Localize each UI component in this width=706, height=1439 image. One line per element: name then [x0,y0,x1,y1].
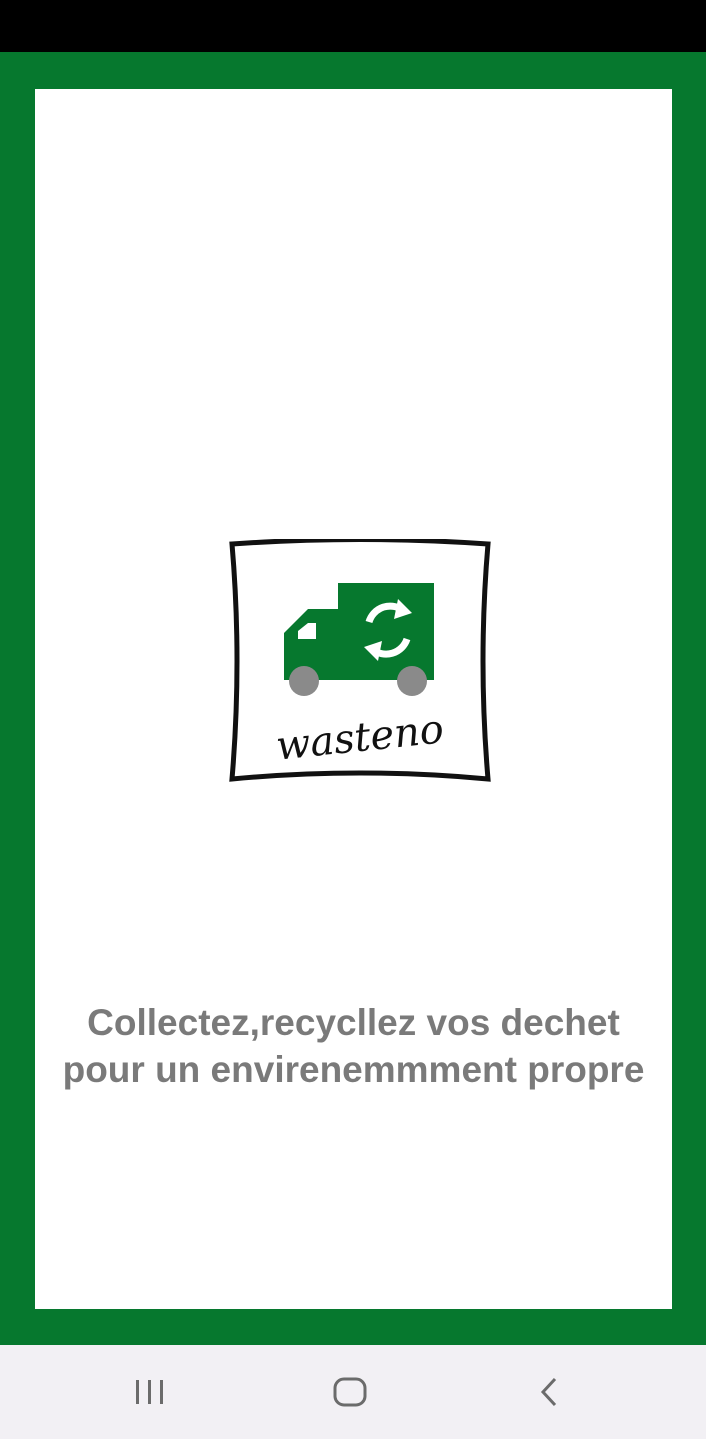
tagline: Collectez,recycllez vos dechet pour un e… [35,999,672,1093]
home-icon [333,1377,367,1407]
back-button[interactable] [520,1367,580,1417]
tagline-line-2: pour un envirenemmment propre [62,1049,645,1090]
recents-icon [136,1380,163,1404]
status-bar [0,0,706,52]
splash-panel: wasteno Collectez,recycllez vos dechet p… [35,89,672,1309]
wasteno-logo: wasteno [228,537,492,784]
back-icon [540,1377,557,1407]
navigation-bar [0,1345,706,1439]
recents-button[interactable] [120,1367,180,1417]
splash-frame: wasteno Collectez,recycllez vos dechet p… [0,52,706,1345]
home-button[interactable] [320,1367,380,1417]
tagline-line-1: Collectez,recycllez vos dechet [87,1002,620,1043]
